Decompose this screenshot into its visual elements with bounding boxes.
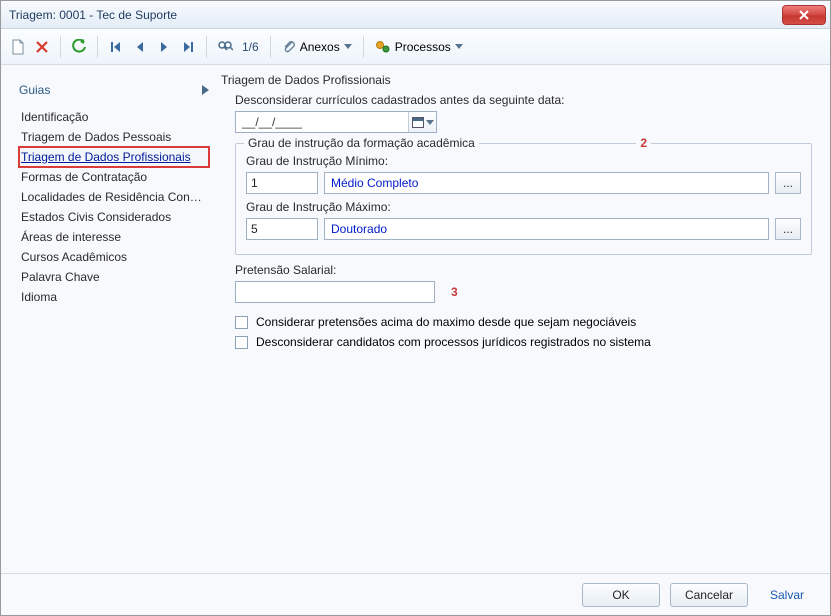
first-record-icon[interactable] xyxy=(107,38,125,56)
education-groupbox: Grau de instrução da formação acadêmica … xyxy=(235,143,812,255)
ok-button[interactable]: OK xyxy=(582,583,660,607)
grau-max-browse-button[interactable]: ... xyxy=(775,218,801,240)
sidebar-item-identificacao[interactable]: Identificação xyxy=(19,107,209,127)
grau-min-browse-button[interactable]: ... xyxy=(775,172,801,194)
grau-max-label: Grau de Instrução Máximo: xyxy=(246,200,801,214)
sidebar-item-dados-profissionais[interactable]: Triagem de Dados Profissionais xyxy=(19,147,209,167)
date-input[interactable]: __/__/____ xyxy=(235,111,437,133)
section-title: Triagem de Dados Profissionais xyxy=(221,73,816,87)
pretensao-label: Pretensão Salarial: xyxy=(235,263,816,277)
find-icon[interactable] xyxy=(216,38,234,56)
grau-max-code-input[interactable] xyxy=(246,218,318,240)
sidebar: Guias Identificação Triagem de Dados Pes… xyxy=(1,65,221,573)
processes-menu[interactable]: Processos xyxy=(373,39,465,55)
chk-negociaveis[interactable] xyxy=(235,316,248,329)
prev-record-icon[interactable] xyxy=(131,38,149,56)
calendar-icon xyxy=(412,117,424,128)
window-title: Triagem: 0001 - Tec de Suporte xyxy=(9,8,782,22)
date-value: __/__/____ xyxy=(242,115,302,129)
main-panel: Triagem de Dados Profissionais Desconsid… xyxy=(221,65,830,573)
attachments-label: Anexos xyxy=(300,40,340,54)
sidebar-item-localidades[interactable]: Localidades de Residência Consi... xyxy=(19,187,209,207)
sidebar-item-idioma[interactable]: Idioma xyxy=(19,287,209,307)
last-record-icon[interactable] xyxy=(179,38,197,56)
sidebar-item-formas-contratacao[interactable]: Formas de Contratação xyxy=(19,167,209,187)
new-icon[interactable] xyxy=(9,38,27,56)
chk-juridicos-label: Desconsiderar candidatos com processos j… xyxy=(256,335,651,349)
window: Triagem: 0001 - Tec de Suporte xyxy=(0,0,831,616)
separator xyxy=(97,36,98,58)
grau-min-code-input[interactable] xyxy=(246,172,318,194)
chk-negociaveis-label: Considerar pretensões acima do maximo de… xyxy=(256,315,636,329)
sidebar-item-cursos[interactable]: Cursos Acadêmicos xyxy=(19,247,209,267)
page-counter: 1/6 xyxy=(240,40,261,54)
date-label: Desconsiderar currículos cadastrados ant… xyxy=(235,93,816,107)
content-area: Guias Identificação Triagem de Dados Pes… xyxy=(1,65,830,573)
save-button[interactable]: Salvar xyxy=(758,583,816,607)
date-picker-button[interactable] xyxy=(408,112,436,132)
next-record-icon[interactable] xyxy=(155,38,173,56)
sidebar-item-palavra-chave[interactable]: Palavra Chave xyxy=(19,267,209,287)
delete-icon[interactable] xyxy=(33,38,51,56)
pretensao-input[interactable] xyxy=(235,281,435,303)
cancel-button[interactable]: Cancelar xyxy=(670,583,748,607)
grau-min-text-input[interactable] xyxy=(324,172,769,194)
groupbox-legend: Grau de instrução da formação acadêmica xyxy=(244,136,479,150)
chk-juridicos[interactable] xyxy=(235,336,248,349)
chevron-down-icon xyxy=(344,44,352,49)
sidebar-list: Identificação Triagem de Dados Pessoais … xyxy=(19,107,209,307)
chevron-down-icon xyxy=(426,120,434,125)
sidebar-heading-row: Guias xyxy=(19,83,209,97)
close-button[interactable] xyxy=(782,5,826,25)
grau-min-label: Grau de Instrução Mínimo: xyxy=(246,154,801,168)
separator xyxy=(60,36,61,58)
footer: OK Cancelar Salvar xyxy=(1,573,830,615)
annotation-2: 2 xyxy=(636,136,651,150)
gear-group-icon xyxy=(375,39,391,55)
titlebar: Triagem: 0001 - Tec de Suporte xyxy=(1,1,830,29)
collapse-arrow-icon[interactable] xyxy=(202,85,209,95)
sidebar-item-areas-interesse[interactable]: Áreas de interesse xyxy=(19,227,209,247)
refresh-icon[interactable] xyxy=(70,38,88,56)
chevron-down-icon xyxy=(455,44,463,49)
separator xyxy=(206,36,207,58)
sidebar-heading: Guias xyxy=(19,83,50,97)
annotation-3: 3 xyxy=(451,285,458,299)
separator xyxy=(363,36,364,58)
toolbar: 1/6 Anexos Processos xyxy=(1,29,830,65)
attachments-menu[interactable]: Anexos xyxy=(280,39,354,55)
paperclip-icon xyxy=(282,39,296,55)
sidebar-item-dados-pessoais[interactable]: Triagem de Dados Pessoais xyxy=(19,127,209,147)
processes-label: Processos xyxy=(395,40,451,54)
separator xyxy=(270,36,271,58)
sidebar-item-estados-civis[interactable]: Estados Civis Considerados xyxy=(19,207,209,227)
grau-max-text-input[interactable] xyxy=(324,218,769,240)
